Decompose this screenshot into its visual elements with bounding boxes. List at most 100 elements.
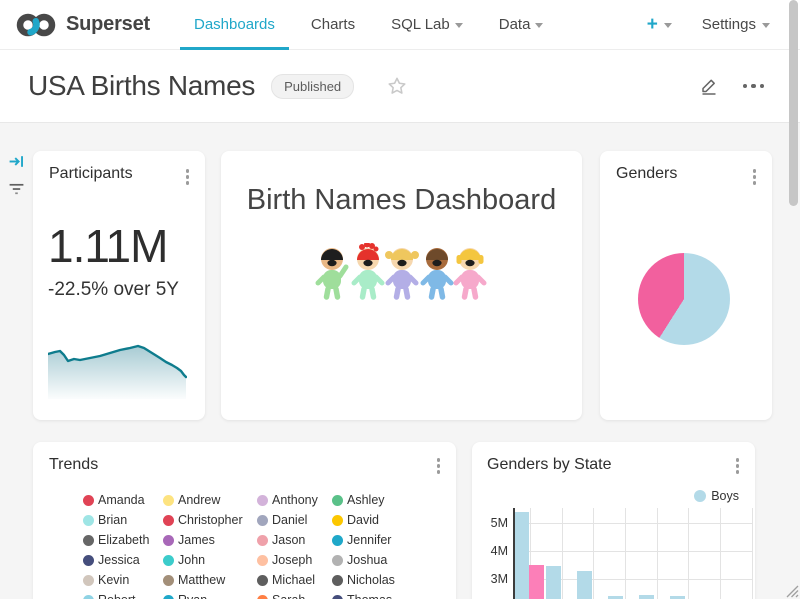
legend-item-boys[interactable]: Boys xyxy=(694,489,739,503)
chart-title: Trends xyxy=(49,456,98,474)
bar-boys xyxy=(514,512,529,599)
legend-item[interactable]: Thomas xyxy=(332,590,412,599)
legend-item[interactable]: John xyxy=(163,550,257,570)
nav-tab-sql-lab[interactable]: SQL Lab xyxy=(381,0,473,50)
gridline xyxy=(562,508,563,599)
legend-swatch xyxy=(83,515,94,526)
favorite-star-icon[interactable] xyxy=(386,75,408,97)
legend-item[interactable]: Michael xyxy=(257,570,332,590)
big-number-value: 1.11M xyxy=(48,221,167,271)
legend-swatch xyxy=(257,555,268,566)
legend-swatch xyxy=(83,535,94,546)
children-illustration xyxy=(221,243,582,307)
settings-menu[interactable]: Settings xyxy=(702,16,770,33)
legend-label: James xyxy=(178,533,215,547)
resize-handle-icon[interactable] xyxy=(783,582,799,598)
legend-label: Elizabeth xyxy=(98,533,149,547)
gridline xyxy=(752,508,753,599)
legend-item[interactable]: James xyxy=(163,530,257,550)
legend-label: David xyxy=(347,513,379,527)
legend-item[interactable]: Robert xyxy=(83,590,163,599)
legend-swatch xyxy=(332,555,343,566)
genders-pie-chart xyxy=(638,253,730,345)
y-axis-tick: 5M xyxy=(484,516,508,530)
plus-icon: + xyxy=(647,15,658,34)
chart-title: Genders xyxy=(616,165,677,183)
legend-label: Sarah xyxy=(272,593,305,599)
legend-swatch xyxy=(332,495,343,506)
legend-item[interactable]: Ryan xyxy=(163,590,257,599)
legend-item[interactable]: David xyxy=(332,510,412,530)
nav-tab-label: SQL Lab xyxy=(391,16,450,33)
legend-swatch xyxy=(163,575,174,586)
legend-item[interactable]: Andrew xyxy=(163,490,257,510)
new-item-menu[interactable]: + xyxy=(647,15,672,34)
legend-label: Ryan xyxy=(178,593,207,599)
legend-item[interactable]: Jessica xyxy=(83,550,163,570)
legend-item[interactable]: Kevin xyxy=(83,570,163,590)
legend-item[interactable]: Matthew xyxy=(163,570,257,590)
gridline xyxy=(688,508,689,599)
chevron-down-icon xyxy=(664,23,672,28)
y-axis-tick: 4M xyxy=(484,544,508,558)
gridline xyxy=(625,508,626,599)
genders-card: Genders xyxy=(600,151,772,420)
navbar: Superset Dashboards Charts SQL Lab Data … xyxy=(0,0,800,50)
chart-title: Participants xyxy=(49,165,133,183)
gridline xyxy=(514,523,752,524)
chart-options-icon[interactable] xyxy=(184,167,192,187)
bar-boys xyxy=(577,571,592,599)
genders-by-state-card: Genders by State Boys 5M 4M 3M xyxy=(472,442,755,599)
legend-item[interactable]: Anthony xyxy=(257,490,332,510)
legend-item[interactable]: Elizabeth xyxy=(83,530,163,550)
legend-item[interactable]: Joshua xyxy=(332,550,412,570)
published-badge[interactable]: Published xyxy=(271,74,354,99)
legend-label: Christopher xyxy=(178,513,243,527)
gridline xyxy=(657,508,658,599)
legend-item[interactable]: Nicholas xyxy=(332,570,412,590)
chart-title: Genders by State xyxy=(487,456,612,474)
chart-options-icon[interactable] xyxy=(435,456,443,476)
chart-options-icon[interactable] xyxy=(751,167,759,187)
nav-tab-data[interactable]: Data xyxy=(489,0,554,50)
scrollbar-thumb[interactable] xyxy=(789,0,798,206)
nav-tab-charts[interactable]: Charts xyxy=(301,0,365,50)
legend-swatch xyxy=(257,495,268,506)
legend-item[interactable]: Ashley xyxy=(332,490,412,510)
participants-sparkline xyxy=(48,343,187,401)
big-number-subheader: -22.5% over 5Y xyxy=(48,279,179,301)
legend-swatch xyxy=(332,535,343,546)
trends-legend: AmandaAndrew Anthony Ashley Brian Christophe… xyxy=(83,490,412,599)
legend-item[interactable]: Joseph xyxy=(257,550,332,570)
legend-label: John xyxy=(178,553,205,567)
legend-item[interactable]: Christopher xyxy=(163,510,257,530)
superset-logo[interactable]: Superset xyxy=(14,12,150,38)
legend-item[interactable]: Daniel xyxy=(257,510,332,530)
legend-label: Thomas xyxy=(347,593,392,599)
legend-label: Jennifer xyxy=(347,533,391,547)
filter-icon[interactable] xyxy=(8,180,25,202)
legend-swatch xyxy=(257,515,268,526)
legend-label: Joshua xyxy=(347,553,387,567)
markdown-header-card: Birth Names Dashboard xyxy=(221,151,582,420)
legend-item[interactable]: Jason xyxy=(257,530,332,550)
legend-label: Nicholas xyxy=(347,573,395,587)
bar-boys xyxy=(608,596,623,599)
gridline xyxy=(514,551,752,552)
legend-label: Anthony xyxy=(272,493,318,507)
legend-item[interactable]: Brian xyxy=(83,510,163,530)
nav-tab-dashboards[interactable]: Dashboards xyxy=(184,0,285,50)
legend-label: Ashley xyxy=(347,493,385,507)
legend-item[interactable]: Sarah xyxy=(257,590,332,599)
edit-dashboard-icon[interactable] xyxy=(699,76,719,96)
legend-swatch xyxy=(83,495,94,506)
nav-tab-label: Charts xyxy=(311,16,355,33)
chart-options-icon[interactable] xyxy=(734,456,742,476)
expand-filter-bar-icon[interactable] xyxy=(8,153,25,175)
gridline xyxy=(593,508,594,599)
more-actions-menu-icon[interactable] xyxy=(743,84,765,89)
legend-label: Boys xyxy=(711,489,739,503)
legend-item[interactable]: Jennifer xyxy=(332,530,412,550)
legend-item[interactable]: Amanda xyxy=(83,490,163,510)
legend-swatch xyxy=(694,490,706,502)
